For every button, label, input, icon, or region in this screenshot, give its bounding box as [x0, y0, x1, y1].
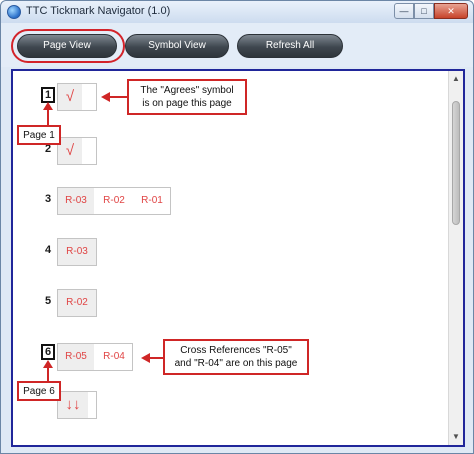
page6-arrow-head [43, 360, 53, 368]
scroll-up-arrow-icon[interactable]: ▲ [449, 72, 463, 86]
page-number: 5 [44, 295, 52, 307]
refresh-all-button[interactable]: Refresh All [237, 34, 343, 58]
toolbar: Page View Symbol View Refresh All [1, 23, 473, 67]
cross-references-callout: Cross References "R-05" and "R-04" are o… [163, 339, 309, 375]
page6-label: Page 6 [17, 381, 61, 401]
callout-arrow-shaft [149, 357, 163, 359]
agrees-check-symbol[interactable]: √ [58, 84, 82, 110]
scroll-down-arrow-icon[interactable]: ▼ [449, 430, 463, 444]
cross-reference-symbol[interactable]: R-02 [58, 290, 96, 316]
title-bar[interactable]: TTC Tickmark Navigator (1.0) — □ ✕ [1, 1, 473, 23]
vertical-scrollbar[interactable]: ▲ ▼ [448, 71, 463, 445]
callout-arrow-shaft [109, 96, 127, 98]
page-view-panel[interactable]: 1 √ 2 √ 3 R-03 R-02 R-01 4 R-03 5 R-02 6… [11, 69, 465, 447]
cross-reference-symbol[interactable]: R-03 [58, 188, 94, 214]
symbol-view-button[interactable]: Symbol View [125, 34, 229, 58]
page-number: 4 [44, 244, 52, 256]
callout-text-line: Cross References "R-05" [180, 345, 292, 356]
symbol-row: R-03 [57, 238, 97, 266]
symbol-row: ↓↓ [57, 391, 97, 419]
tickmark-navigator-window: TTC Tickmark Navigator (1.0) — □ ✕ Page … [0, 0, 474, 454]
page1-label: Page 1 [17, 125, 61, 145]
cross-reference-symbol[interactable]: R-02 [96, 188, 132, 214]
cross-reference-symbol[interactable]: R-03 [58, 239, 96, 265]
window-title: TTC Tickmark Navigator (1.0) [26, 5, 171, 17]
cross-reference-symbol[interactable]: R-01 [134, 188, 170, 214]
page1-arrow-head [43, 102, 53, 110]
callout-text-line: and "R-04" are on this page [174, 358, 298, 369]
agrees-symbol-callout: The "Agrees" symbol is on page this page [127, 79, 247, 115]
symbol-row: R-05 R-04 [57, 343, 133, 371]
scrollbar-thumb[interactable] [452, 101, 460, 225]
minimize-button[interactable]: — [394, 3, 414, 19]
agrees-check-symbol[interactable]: √ [58, 138, 82, 164]
callout-arrow-head [141, 353, 150, 363]
callout-arrow-head [101, 92, 110, 102]
page-number: 6 [41, 344, 55, 360]
page-number: 1 [41, 87, 55, 103]
double-down-arrow-symbol[interactable]: ↓↓ [58, 392, 88, 418]
maximize-button[interactable]: □ [414, 3, 434, 19]
close-button[interactable]: ✕ [434, 3, 468, 19]
symbol-row: √ [57, 137, 97, 165]
page-number: 3 [44, 193, 52, 205]
app-icon [7, 5, 21, 19]
callout-text-line: is on page this page [142, 98, 232, 109]
callout-text-line: The "Agrees" symbol [140, 85, 234, 96]
symbol-row: √ [57, 83, 97, 111]
symbol-row: R-03 R-02 R-01 [57, 187, 171, 215]
cross-reference-symbol[interactable]: R-05 [58, 344, 94, 370]
cross-reference-symbol[interactable]: R-04 [96, 344, 132, 370]
symbol-row: R-02 [57, 289, 97, 317]
page-view-button[interactable]: Page View [17, 34, 117, 58]
